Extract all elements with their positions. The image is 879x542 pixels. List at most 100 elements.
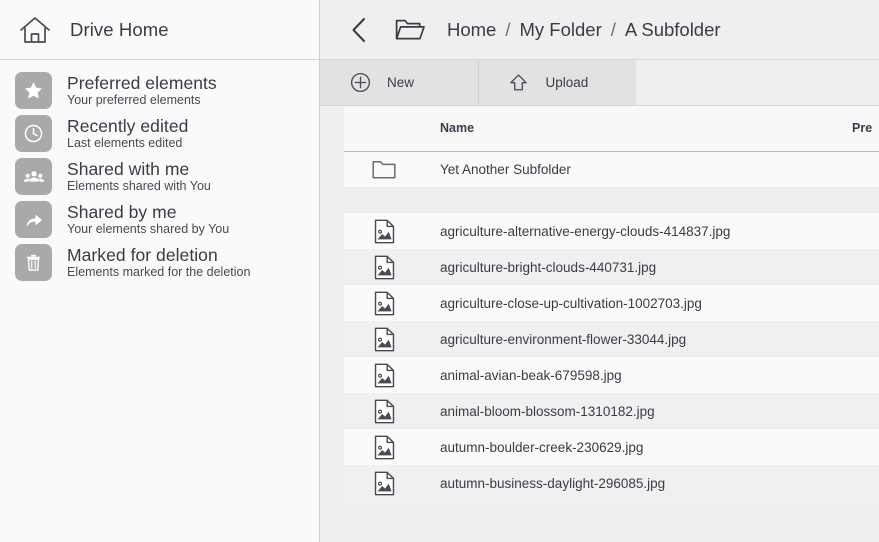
file-list-container: Name Pre Yet Another Subfolder agricultu… [320, 106, 879, 542]
file-table-body: Yet Another Subfolder agriculture-altern… [344, 151, 879, 501]
row-icon-cell [344, 213, 440, 249]
row-preview-cell [852, 151, 879, 187]
sidebar-item-recently-edited[interactable]: Recently edited Last elements edited [0, 112, 319, 155]
table-row[interactable]: agriculture-close-up-cultivation-1002703… [344, 285, 879, 321]
row-icon-cell [344, 151, 440, 187]
image-file-icon [372, 434, 396, 460]
new-button-label: New [387, 75, 415, 90]
spacer-cell [440, 187, 852, 213]
row-icon-cell [344, 285, 440, 321]
table-row[interactable]: autumn-boulder-creek-230629.jpg [344, 429, 879, 465]
row-preview-cell [852, 285, 879, 321]
sidebar-nav: Preferred elements Your preferred elemen… [0, 60, 319, 284]
sidebar-item-shared-with-me[interactable]: Shared with me Elements shared with You [0, 155, 319, 198]
spacer-cell [344, 187, 440, 213]
new-button[interactable]: New [320, 60, 478, 105]
sidebar-item-subtitle: Your preferred elements [67, 93, 201, 108]
breadcrumb-item-a-subfolder[interactable]: A Subfolder [625, 19, 721, 41]
sidebar-item-shared-by-me[interactable]: Shared by me Your elements shared by You [0, 198, 319, 241]
row-preview-cell [852, 249, 879, 285]
sidebar-item-text: Preferred elements Your preferred elemen… [67, 74, 217, 108]
image-file-icon [372, 254, 396, 280]
sidebar-home-button[interactable]: Drive Home [0, 0, 319, 60]
row-preview-cell [852, 321, 879, 357]
row-icon-cell [344, 321, 440, 357]
row-name-cell: animal-avian-beak-679598.jpg [440, 367, 622, 383]
row-name-cell: Yet Another Subfolder [440, 161, 571, 177]
row-preview-cell [852, 429, 879, 465]
breadcrumb-item-home[interactable]: Home [447, 19, 496, 41]
sidebar-item-title: Shared with me [67, 158, 190, 179]
image-file-icon [372, 218, 396, 244]
plus-circle-icon [349, 72, 371, 94]
row-icon-cell [344, 465, 440, 501]
table-row[interactable]: agriculture-bright-clouds-440731.jpg [344, 249, 879, 285]
upload-button-label: Upload [545, 75, 589, 90]
upload-button[interactable]: Upload [477, 60, 637, 105]
file-table-head: Name Pre [344, 106, 879, 152]
main-content: Home / My Folder / A Subfolder New Uploa… [320, 0, 879, 542]
sidebar-item-title: Shared by me [67, 201, 177, 222]
row-name-cell: agriculture-close-up-cultivation-1002703… [440, 295, 702, 311]
row-preview-cell [852, 465, 879, 501]
row-name-cell: autumn-business-daylight-296085.jpg [440, 475, 666, 491]
column-header-preview[interactable]: Pre [852, 106, 879, 152]
row-icon-cell [344, 429, 440, 465]
sidebar-item-title: Recently edited [67, 115, 189, 136]
row-name-cell: agriculture-alternative-energy-clouds-41… [440, 223, 731, 239]
sidebar-item-title: Preferred elements [67, 72, 217, 93]
file-table-header-row: Name Pre [344, 106, 879, 152]
folder-open-icon [395, 17, 425, 43]
breadcrumb-bar: Home / My Folder / A Subfolder [320, 0, 879, 60]
row-icon-cell [344, 393, 440, 429]
breadcrumb-item-my-folder[interactable]: My Folder [520, 19, 602, 41]
sidebar-item-title: Marked for deletion [67, 244, 218, 265]
breadcrumb-separator: / [610, 18, 616, 40]
table-row[interactable]: agriculture-environment-flower-33044.jpg [344, 321, 879, 357]
row-name-cell: animal-bloom-blossom-1310182.jpg [440, 403, 655, 419]
sidebar-item-subtitle: Elements marked for the deletion [67, 265, 251, 280]
sidebar: Drive Home Preferred elements Your prefe… [0, 0, 320, 542]
table-row-spacer [344, 187, 879, 213]
file-table: Name Pre Yet Another Subfolder agricultu… [344, 106, 879, 501]
sidebar-item-preferred-elements[interactable]: Preferred elements Your preferred elemen… [0, 69, 319, 112]
row-preview-cell [852, 393, 879, 429]
share-arrow-icon [15, 201, 52, 238]
breadcrumb: Home / My Folder / A Subfolder [447, 19, 721, 41]
sidebar-item-subtitle: Last elements edited [67, 136, 183, 151]
action-toolbar: New Upload [320, 60, 879, 106]
sidebar-item-text: Shared with me Elements shared with You [67, 160, 211, 194]
image-file-icon [372, 362, 396, 388]
row-icon-cell [344, 249, 440, 285]
sidebar-item-marked-for-deletion[interactable]: Marked for deletion Elements marked for … [0, 241, 319, 284]
sidebar-item-text: Shared by me Your elements shared by You [67, 203, 229, 237]
trash-icon [15, 244, 52, 281]
folder-icon [372, 156, 396, 182]
sidebar-item-text: Recently edited Last elements edited [67, 117, 188, 151]
table-row[interactable]: agriculture-alternative-energy-clouds-41… [344, 213, 879, 249]
home-icon [18, 13, 52, 47]
table-row[interactable]: animal-bloom-blossom-1310182.jpg [344, 393, 879, 429]
row-name-cell: agriculture-environment-flower-33044.jpg [440, 331, 687, 347]
spacer-cell [852, 187, 879, 213]
drive-app: Drive Home Preferred elements Your prefe… [0, 0, 879, 542]
image-file-icon [372, 290, 396, 316]
table-row[interactable]: Yet Another Subfolder [344, 151, 879, 187]
table-row[interactable]: animal-avian-beak-679598.jpg [344, 357, 879, 393]
image-file-icon [372, 326, 396, 352]
column-header-icon [344, 106, 440, 152]
image-file-icon [372, 470, 396, 496]
star-icon [15, 72, 52, 109]
column-header-name[interactable]: Name [440, 106, 852, 152]
chevron-left-icon[interactable] [346, 15, 372, 45]
row-preview-cell [852, 357, 879, 393]
image-file-icon [372, 398, 396, 424]
sidebar-home-label: Drive Home [70, 18, 169, 40]
upload-arrow-icon [508, 72, 530, 94]
row-name-cell: agriculture-bright-clouds-440731.jpg [440, 259, 657, 275]
table-row[interactable]: autumn-business-daylight-296085.jpg [344, 465, 879, 501]
row-icon-cell [344, 357, 440, 393]
sidebar-item-subtitle: Your elements shared by You [67, 222, 230, 237]
row-name-cell: autumn-boulder-creek-230629.jpg [440, 439, 644, 455]
row-preview-cell [852, 213, 879, 249]
